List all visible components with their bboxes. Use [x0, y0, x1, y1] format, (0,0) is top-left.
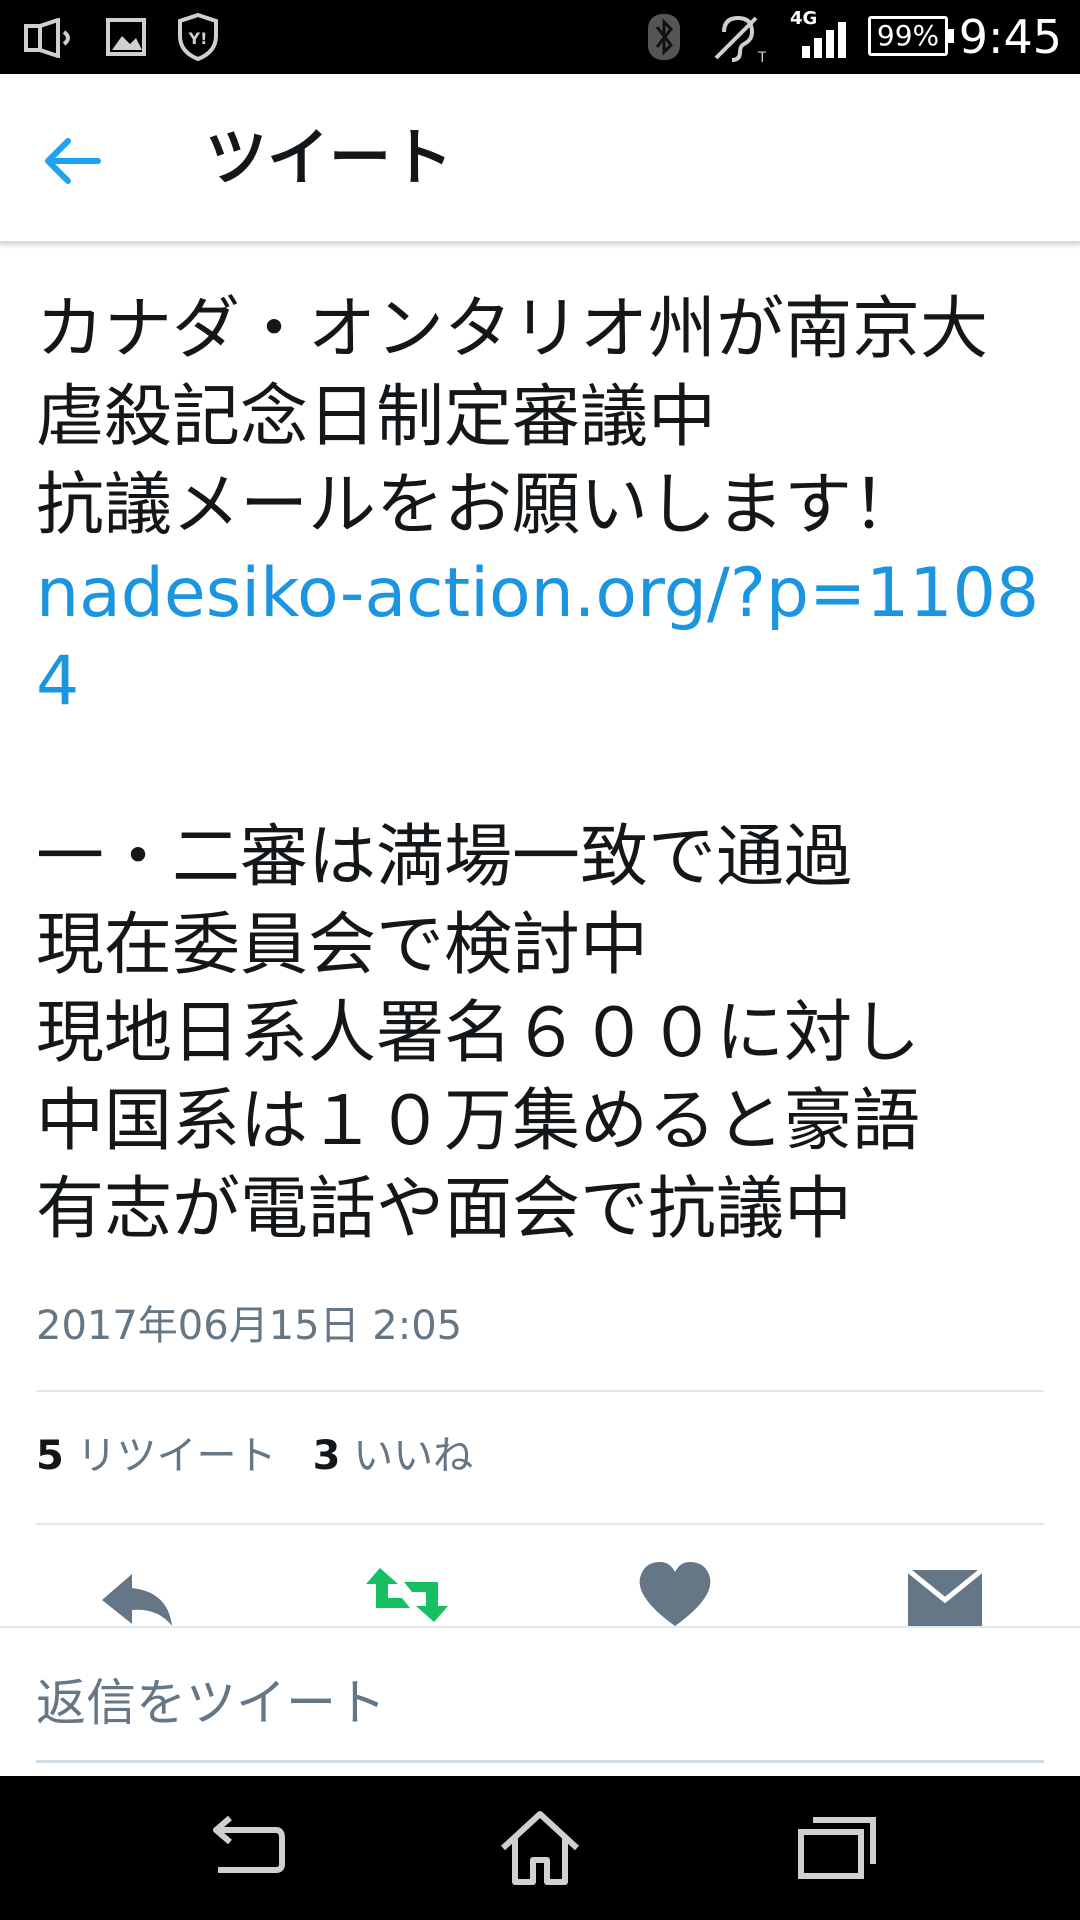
like-count: 3	[312, 1433, 341, 1479]
reply-compose: 返信をツイート	[0, 1626, 1080, 1776]
divider	[36, 1390, 1044, 1392]
battery-level: 99%	[876, 19, 940, 52]
image-icon	[106, 18, 146, 56]
shield-y-icon: Y!	[178, 12, 218, 62]
status-bar: Y! T 4G 99% 9:45	[0, 0, 1080, 74]
reply-input[interactable]: 返信をツイート	[36, 1668, 386, 1738]
tweet-text-part-2: 一・二審は満場一致で通過 現在委員会で検討中 現地日系人署名６００に対し 中国系…	[36, 818, 921, 1249]
tweet-timestamp: 2017年06月15日 2:05	[36, 1303, 463, 1349]
retweet-label: リツイート	[76, 1433, 277, 1479]
nav-back-icon[interactable]	[196, 1808, 286, 1888]
direct-message-icon[interactable]	[900, 1560, 990, 1630]
reply-icon[interactable]	[92, 1560, 182, 1630]
signal-icon	[802, 22, 846, 58]
divider	[36, 1523, 1044, 1525]
nav-recents-icon[interactable]	[795, 1808, 885, 1888]
reply-underline	[36, 1760, 1044, 1763]
svg-text:Y!: Y!	[188, 29, 208, 48]
tweet-text-part-1: カナダ・オンタリオ州が南京大虐殺記念日制定審議中 抗議メールをお願いします！	[36, 290, 989, 545]
like-icon[interactable]	[630, 1560, 720, 1630]
battery-icon: 99%	[868, 16, 954, 56]
hearing-aid-icon: T	[714, 15, 766, 64]
retweet-icon[interactable]	[362, 1560, 452, 1630]
tweet-stats: 5 リツイート 3 いいね	[36, 1428, 473, 1484]
like-label: いいね	[353, 1433, 474, 1479]
tweet-text: カナダ・オンタリオ州が南京大虐殺記念日制定審議中 抗議メールをお願いします！ n…	[36, 286, 1046, 1254]
system-nav-bar	[0, 1776, 1080, 1920]
clock: 9:45	[958, 10, 1062, 64]
like-stat[interactable]: 3 いいね	[313, 1433, 474, 1479]
retweet-count: 5	[36, 1433, 64, 1479]
nav-home-icon[interactable]	[495, 1808, 585, 1888]
svg-text:T: T	[757, 50, 766, 64]
speaker-icon	[24, 18, 70, 58]
retweet-stat[interactable]: 5 リツイート	[36, 1433, 277, 1479]
bluetooth-icon	[648, 14, 680, 60]
page-title: ツイート	[205, 121, 454, 194]
app-header: ツイート	[0, 74, 1080, 244]
back-arrow-icon[interactable]	[40, 129, 104, 193]
tweet-link[interactable]: nadesiko-action.org/?p=11084	[36, 554, 1039, 721]
